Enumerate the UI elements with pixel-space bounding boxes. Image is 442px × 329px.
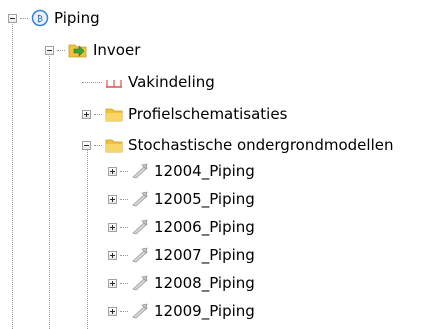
collapse-toggle[interactable] — [45, 45, 54, 55]
tree-node-label: 12005_Piping — [154, 190, 255, 208]
tree-node-label: 12006_Piping — [154, 218, 255, 236]
expand-toggle[interactable] — [108, 278, 117, 288]
tree-connector — [94, 144, 102, 146]
tree-connector — [20, 17, 28, 19]
soil-model-icon — [131, 191, 149, 207]
tree-connector — [120, 254, 128, 256]
expand-toggle[interactable] — [108, 250, 117, 260]
tree-node-label: 12004_Piping — [154, 162, 255, 180]
expand-toggle[interactable] — [108, 222, 117, 232]
tree-node-soil-model[interactable]: 12008_Piping — [108, 272, 255, 294]
expand-toggle[interactable] — [108, 194, 117, 204]
input-folder-icon — [68, 42, 88, 58]
tree-connector — [120, 226, 128, 228]
tree-guide-line — [12, 22, 13, 329]
folder-icon — [105, 138, 123, 153]
collapse-toggle[interactable] — [8, 13, 17, 23]
tree-guide-line — [87, 150, 88, 329]
tree-node-label: 12007_Piping — [154, 246, 255, 264]
tree-connector — [82, 81, 102, 83]
expand-toggle[interactable] — [108, 166, 117, 176]
tree-node-invoer[interactable]: Invoer — [45, 39, 140, 61]
tree-node-vakindeling[interactable]: Vakindeling — [82, 71, 215, 93]
tree-node-label: Profielschematisaties — [128, 105, 288, 123]
tree-node-soil-model[interactable]: 12004_Piping — [108, 160, 255, 182]
tree-connector — [120, 282, 128, 284]
soil-model-icon — [131, 275, 149, 291]
tree-connector — [120, 310, 128, 312]
expand-toggle[interactable] — [82, 109, 91, 119]
piping-failure-mechanism-icon: ₿ — [31, 9, 49, 27]
collapse-toggle[interactable] — [82, 140, 91, 150]
tree-node-soil-model[interactable]: 12005_Piping — [108, 188, 255, 210]
svg-text:₿: ₿ — [37, 15, 43, 24]
tree-node-stochastische-ondergrondmodellen[interactable]: Stochastische ondergrondmodellen — [82, 134, 393, 156]
tree-connector — [120, 198, 128, 200]
tree-node-label: Piping — [54, 9, 100, 27]
expand-toggle[interactable] — [108, 306, 117, 316]
tree-node-label: Stochastische ondergrondmodellen — [128, 136, 394, 154]
tree-guide-line — [49, 54, 50, 329]
tree-node-profielschematisaties[interactable]: Profielschematisaties — [82, 103, 287, 125]
section-division-icon — [105, 75, 123, 89]
tree-node-label: 12009_Piping — [154, 302, 255, 320]
tree-node-soil-model[interactable]: 12009_Piping — [108, 300, 255, 322]
tree-node-soil-model[interactable]: 12007_Piping — [108, 244, 255, 266]
tree-connector — [94, 113, 102, 115]
folder-icon — [105, 107, 123, 122]
tree-connector — [120, 170, 128, 172]
soil-model-icon — [131, 219, 149, 235]
tree-node-label: Vakindeling — [128, 73, 215, 91]
tree-node-label: 12008_Piping — [154, 274, 255, 292]
soil-model-icon — [131, 247, 149, 263]
tree-node-piping[interactable]: ₿ Piping — [8, 7, 100, 29]
project-tree: ₿ Piping Invoer Vakindeling Profielschem… — [0, 0, 442, 329]
tree-node-label: Invoer — [93, 41, 141, 59]
tree-node-soil-model[interactable]: 12006_Piping — [108, 216, 255, 238]
soil-model-icon — [131, 163, 149, 179]
soil-model-icon — [131, 303, 149, 319]
tree-connector — [57, 49, 65, 51]
